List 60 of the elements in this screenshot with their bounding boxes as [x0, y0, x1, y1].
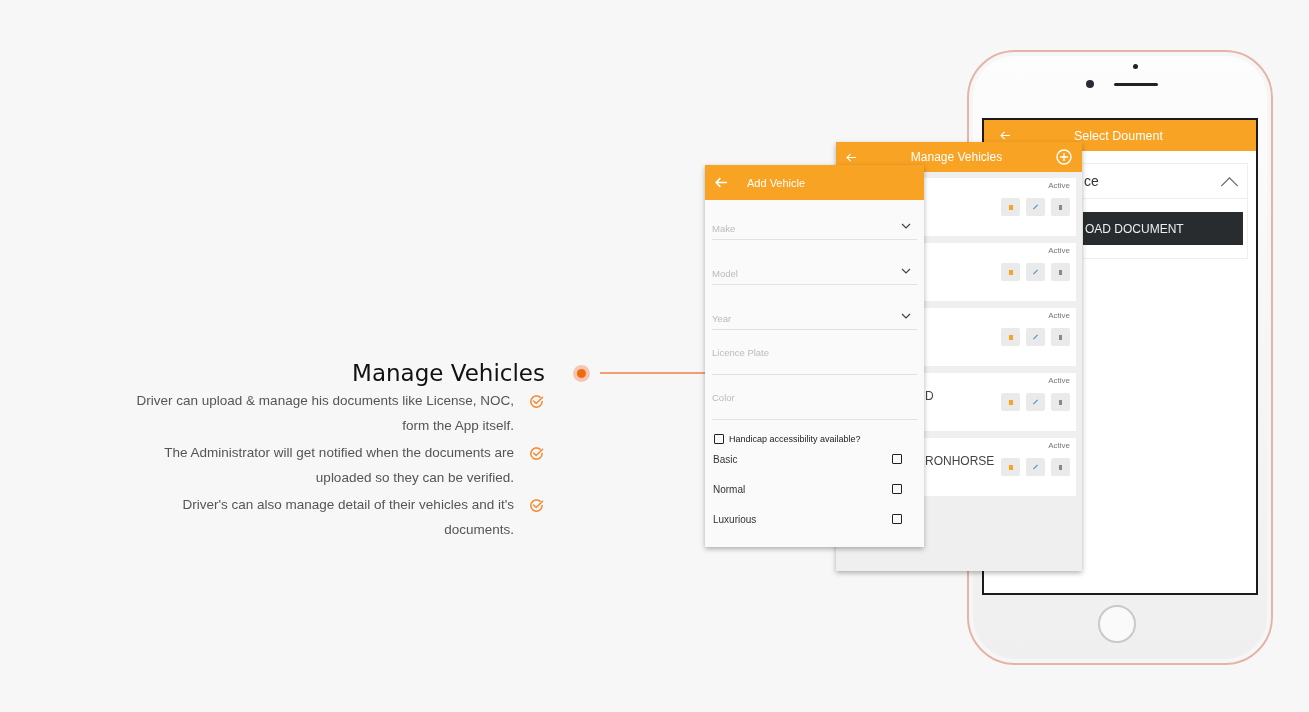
checkbox[interactable]	[892, 514, 902, 524]
feature-text: Driver can upload & manage his documents like License, NOC, form the App itself.	[135, 392, 514, 435]
camera-icon	[1086, 80, 1094, 88]
speaker-icon	[1114, 83, 1158, 86]
back-arrow-icon[interactable]	[1000, 131, 1011, 140]
delete-button[interactable]	[1051, 393, 1070, 411]
edit-button[interactable]	[1026, 458, 1045, 476]
vehicle-card[interactable]: D Active	[924, 373, 1076, 431]
checkbox[interactable]	[892, 484, 902, 494]
edit-button[interactable]	[1026, 393, 1045, 411]
chevron-down-icon[interactable]	[901, 313, 911, 319]
document-button[interactable]	[1001, 263, 1020, 281]
check-circle-icon	[529, 498, 544, 513]
section-title: Manage Vehicles	[352, 360, 545, 386]
timeline-dot	[577, 368, 586, 378]
status-label: Active	[1048, 311, 1070, 320]
add-circle-icon[interactable]	[1056, 149, 1072, 165]
document-button[interactable]	[1001, 198, 1020, 216]
screen-title: Select Doument	[1074, 128, 1163, 143]
feature-text: The Administrator will get notified when the documents are uploaded so they can be verified.	[163, 444, 514, 487]
caret-icon[interactable]	[1220, 175, 1239, 187]
feature-text: Driver's can also manage detail of their vehicles and it's documents.	[181, 496, 514, 539]
category-label: Basic	[713, 453, 738, 465]
screen-title: Manage Vehicles	[910, 150, 1003, 164]
checkbox-label: Handicap accessibility available?	[729, 434, 861, 444]
back-arrow-icon[interactable]	[846, 152, 857, 162]
document-button[interactable]	[1001, 458, 1020, 476]
status-label: Active	[1048, 441, 1070, 450]
checkbox[interactable]	[892, 454, 902, 464]
check-circle-icon	[529, 394, 544, 409]
vehicle-card[interactable]: Active	[924, 178, 1076, 236]
delete-button[interactable]	[1051, 198, 1070, 216]
screen-title: Add Vehicle	[747, 176, 806, 189]
chevron-down-icon[interactable]	[901, 223, 911, 229]
sensor-icon	[1133, 64, 1138, 69]
category-label: Normal	[713, 483, 746, 495]
vehicle-card[interactable]: Active	[924, 308, 1076, 366]
delete-button[interactable]	[1051, 458, 1070, 476]
edit-button[interactable]	[1026, 328, 1045, 346]
status-label: Active	[1048, 246, 1070, 255]
document-button[interactable]	[1001, 393, 1020, 411]
vehicle-name: RONHORSE	[925, 454, 995, 468]
back-arrow-icon[interactable]	[715, 177, 728, 188]
document-button[interactable]	[1001, 328, 1020, 346]
checkbox[interactable]	[714, 434, 724, 444]
edit-button[interactable]	[1026, 263, 1045, 281]
upload-document-button[interactable]: OAD DOCUMENT	[1083, 212, 1243, 245]
check-circle-icon	[529, 446, 544, 461]
home-button[interactable]	[1098, 605, 1136, 643]
dropdown-value[interactable]: ce	[1084, 173, 1099, 189]
delete-button[interactable]	[1051, 263, 1070, 281]
delete-button[interactable]	[1051, 328, 1070, 346]
vehicle-name: D	[925, 389, 934, 403]
status-label: Active	[1048, 181, 1070, 190]
edit-button[interactable]	[1026, 198, 1045, 216]
vehicle-card[interactable]: Active	[924, 243, 1076, 301]
status-label: Active	[1048, 376, 1070, 385]
vehicle-card[interactable]: RONHORSE Active	[924, 438, 1076, 496]
chevron-down-icon[interactable]	[901, 268, 911, 274]
category-label: Luxurious	[713, 513, 757, 525]
